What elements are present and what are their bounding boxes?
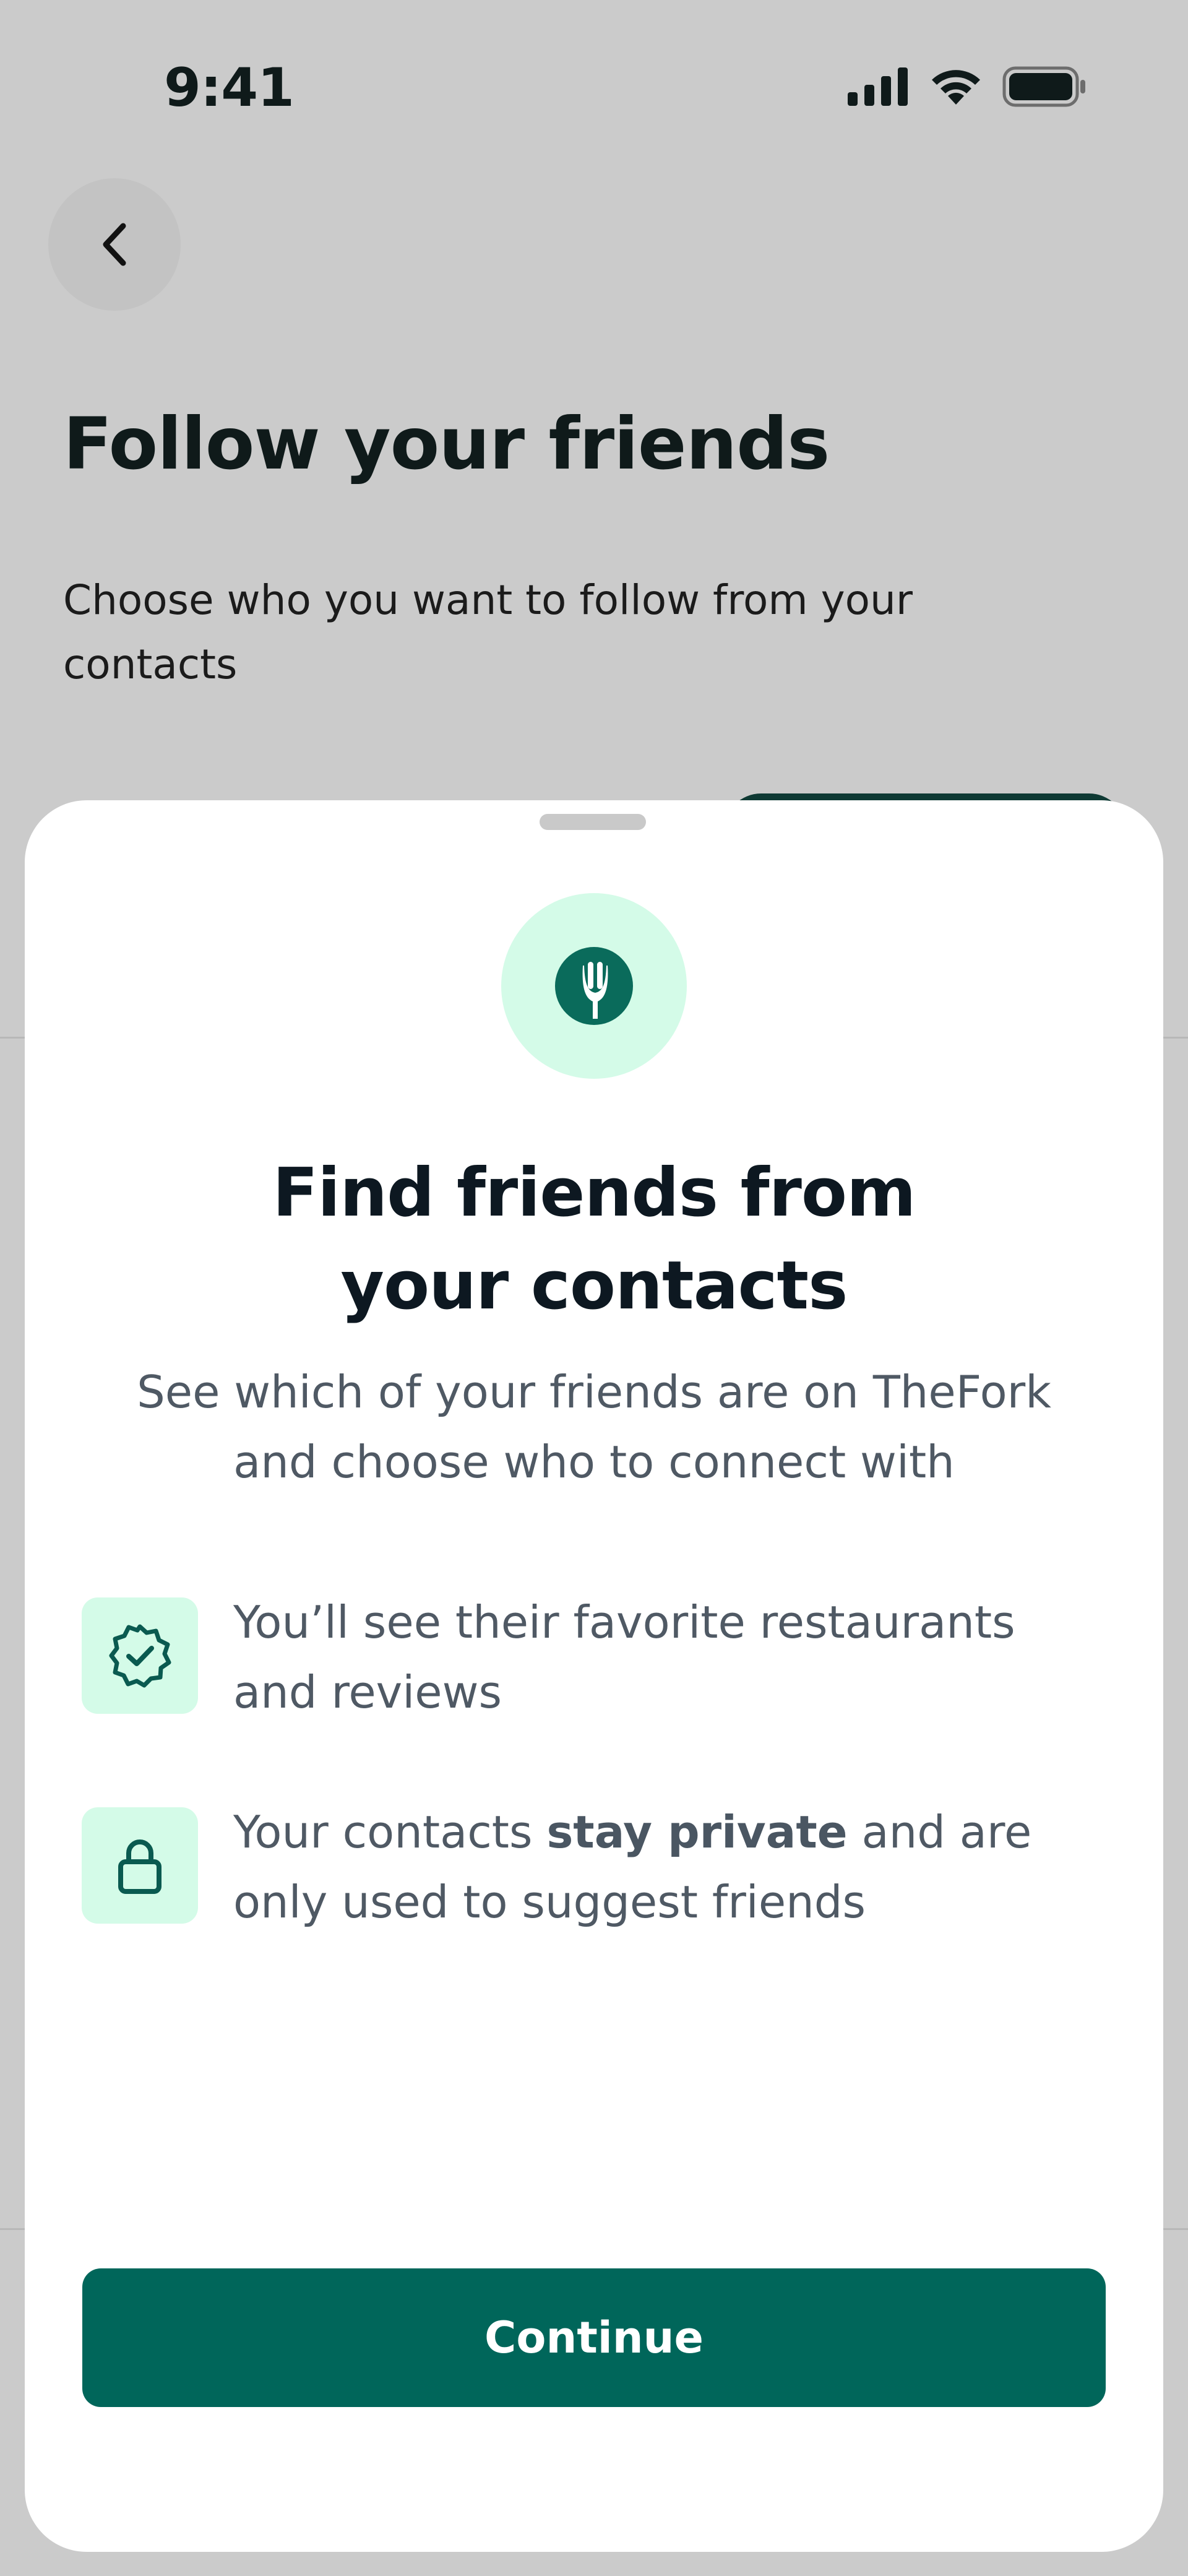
- sheet-title-line: your contacts: [340, 1247, 848, 1325]
- status-bar: 9:41: [0, 0, 1188, 179]
- thefork-logo: [501, 893, 687, 1079]
- verified-badge-icon: [109, 1624, 171, 1688]
- sheet-description: See which of your friends are on TheFork…: [137, 1366, 1051, 1488]
- thefork-logo-icon: [555, 947, 633, 1025]
- chevron-left-icon: [103, 223, 126, 266]
- page-subtitle: Choose who you want to follow from your …: [63, 576, 913, 688]
- feature-item: Your contacts stay private and are only …: [82, 1806, 1121, 1956]
- back-button[interactable]: [48, 178, 181, 311]
- sheet-drag-handle[interactable]: [540, 814, 646, 830]
- continue-button[interactable]: Continue: [82, 2268, 1106, 2407]
- battery-icon: [1002, 66, 1085, 107]
- sheet-title-line: Find friends from: [272, 1154, 916, 1232]
- wifi-icon: [932, 70, 980, 105]
- feature-text: Your contacts stay private and are only …: [233, 1797, 1112, 1937]
- feature-icon-tile: [82, 1597, 198, 1714]
- feature-text: You’ll see their favorite restaurants an…: [233, 1596, 1015, 1718]
- feature-text-emphasis: stay private: [546, 1806, 848, 1858]
- feature-item: You’ll see their favorite restaurants an…: [82, 1596, 1121, 1746]
- lock-icon: [118, 1839, 161, 1894]
- bottom-sheet: Find friends from your contacts See whic…: [25, 800, 1163, 2552]
- status-time: 9:41: [164, 57, 295, 119]
- feature-text-part: Your contacts: [233, 1806, 547, 1858]
- cellular-signal-icon: [848, 67, 908, 106]
- sheet-title: Find friends from your contacts: [25, 1147, 1163, 1333]
- page-title: Follow your friends: [63, 402, 830, 486]
- status-icons: [848, 65, 1087, 108]
- feature-icon-tile: [82, 1807, 198, 1924]
